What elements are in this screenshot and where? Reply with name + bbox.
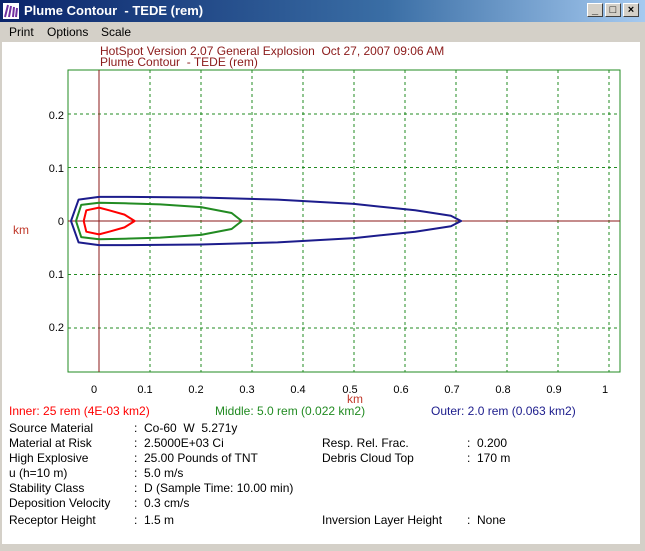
x-tick-label: 0.7 <box>444 384 460 396</box>
x-tick-label: 0.9 <box>546 384 562 396</box>
maximize-button[interactable]: □ <box>605 3 621 17</box>
debris-cloud-top-value: : 170 m <box>467 451 511 465</box>
x-tick-label: 0.1 <box>137 384 153 396</box>
x-tick-label: 0.8 <box>495 384 511 396</box>
y-axis-label: km <box>13 223 29 237</box>
menu-print[interactable]: Print <box>9 25 34 39</box>
resp-rel-frac-label: Resp. Rel. Frac. <box>322 436 409 450</box>
wind-speed-label: u (h=10 m) <box>9 466 68 480</box>
title-bar: Plume Contour - TEDE (rem) _ □ × <box>0 0 645 22</box>
resp-rel-frac-value: : 0.200 <box>467 436 508 450</box>
x-tick-label: 0.2 <box>188 384 204 396</box>
plot-window: HotSpot Version 2.07 General Explosion O… <box>2 42 640 544</box>
x-tick-label: 0.4 <box>290 384 306 396</box>
close-button[interactable]: × <box>623 3 639 17</box>
source-material-value: : Co-60 W 5.271y <box>134 421 238 435</box>
inversion-layer-value: : None <box>467 513 506 527</box>
menu-bar: Print Options Scale <box>0 22 645 42</box>
debris-cloud-top-label: Debris Cloud Top <box>322 451 414 465</box>
y-tick-label: 0 <box>57 216 64 228</box>
high-explosive-value: : 25.00 Pounds of TNT <box>134 451 258 465</box>
x-tick-label: 1 <box>601 384 609 396</box>
y-tick-label: 0.2 <box>48 110 64 122</box>
y-tick-label: 0.1 <box>48 163 64 175</box>
x-tick-label: 0.6 <box>393 384 409 396</box>
window-title: Plume Contour - TEDE (rem) <box>24 3 204 18</box>
material-at-risk-label: Material at Risk <box>9 436 92 450</box>
stability-class-label: Stability Class <box>9 481 85 495</box>
wind-speed-value: : 5.0 m/s <box>134 466 184 480</box>
menu-options[interactable]: Options <box>47 25 88 39</box>
legend-inner: Inner: 25 rem (4E-03 km2) <box>9 404 150 418</box>
legend-outer: Outer: 2.0 rem (0.063 km2) <box>431 404 576 418</box>
y-tick-label: 0.2 <box>48 322 64 334</box>
receptor-height-value: : 1.5 m <box>134 513 175 527</box>
receptor-height-label: Receptor Height <box>9 513 96 527</box>
menu-scale[interactable]: Scale <box>101 25 131 39</box>
source-material-label: Source Material <box>9 421 94 435</box>
legend-middle: Middle: 5.0 rem (0.022 km2) <box>215 404 366 418</box>
deposition-velocity-value: : 0.3 cm/s <box>134 496 190 510</box>
app-icon <box>3 3 19 19</box>
deposition-velocity-label: Deposition Velocity <box>9 496 111 510</box>
x-tick-label: 0 <box>90 384 98 396</box>
contour-plot <box>67 69 621 373</box>
minimize-button[interactable]: _ <box>587 3 603 17</box>
x-tick-label: 0.3 <box>239 384 255 396</box>
high-explosive-label: High Explosive <box>9 451 89 465</box>
stability-class-value: : D (Sample Time: 10.00 min) <box>134 481 294 495</box>
inversion-layer-label: Inversion Layer Height <box>322 513 443 527</box>
material-at-risk-value: : 2.5000E+03 Ci <box>134 436 224 450</box>
y-tick-label: 0.1 <box>48 269 64 281</box>
